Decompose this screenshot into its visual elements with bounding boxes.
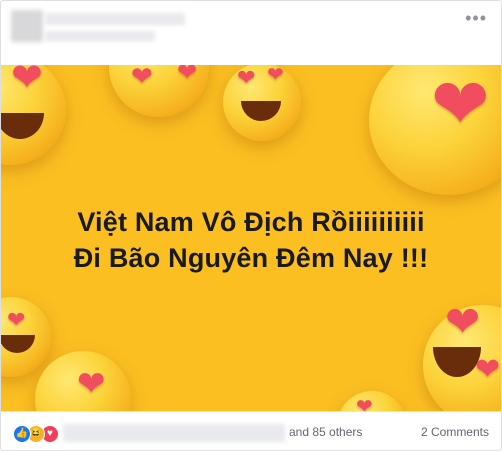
blurred-timestamp	[45, 31, 155, 41]
post-header: •••	[1, 1, 501, 64]
blurred-reactor-names	[63, 424, 285, 442]
post-message-line-2: Đi Bão Nguyên Đêm Nay !!!	[73, 243, 429, 273]
heart-icon: ❤	[77, 365, 106, 403]
heart-icon: ❤	[267, 65, 284, 86]
post-card: ••• ❤ ❤ ❤ ❤ ❤ ❤ ❤ ❤ ❤ ❤ ❤ Việt Nam Vô Đị…	[0, 0, 502, 451]
heart-icon: ❤	[445, 298, 481, 345]
comments-count[interactable]: 2 Comments	[421, 425, 489, 439]
more-options-icon[interactable]: •••	[465, 9, 487, 27]
like-icon[interactable]: 👍	[13, 425, 31, 443]
post-background-image: ❤ ❤ ❤ ❤ ❤ ❤ ❤ ❤ ❤ ❤ ❤ Việt Nam Vô Địch R…	[1, 65, 501, 411]
heart-icon: ❤	[177, 65, 198, 86]
heart-icon: ❤	[431, 65, 490, 143]
blurred-author-name	[45, 13, 185, 25]
heart-icon: ❤	[356, 396, 373, 411]
blurred-avatar	[11, 10, 43, 42]
post-message-line-1: Việt Nam Vô Địch Rồiiiiiiiiii	[77, 207, 425, 237]
emoji-decoration	[223, 65, 301, 141]
reactions-count[interactable]: and 85 others	[289, 425, 362, 439]
heart-icon: ❤	[11, 65, 43, 99]
heart-icon: ❤	[131, 65, 153, 91]
heart-icon: ❤	[7, 307, 26, 332]
heart-icon: ❤	[475, 353, 501, 386]
post-footer: 👍 😆 ♥ and 85 others 2 Comments	[1, 411, 501, 450]
heart-icon: ❤	[237, 65, 256, 90]
